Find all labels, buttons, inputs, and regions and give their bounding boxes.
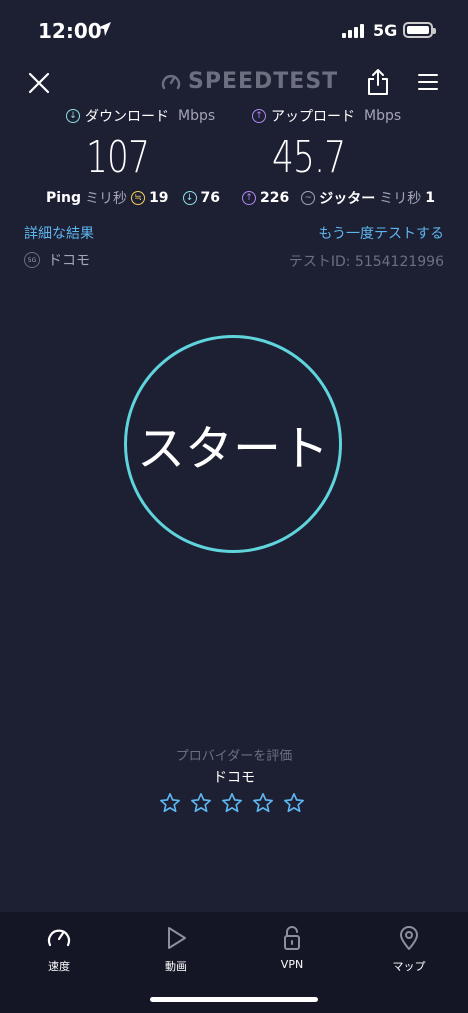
- tab-bar: 速度 動画 VPN マップ: [0, 912, 468, 1013]
- tab-speed[interactable]: 速度: [19, 924, 99, 974]
- 5g-badge-icon: 5G: [24, 252, 40, 268]
- idle-ping-icon: ≒: [131, 191, 146, 205]
- test-id: テストID: 5154121996: [288, 254, 444, 270]
- upload-value: 45.7: [272, 132, 346, 183]
- detailed-results-link[interactable]: 詳細な結果: [24, 223, 94, 243]
- tab-speed-label: 速度: [48, 960, 70, 973]
- speedtest-screen: 12:00 5G SPEEDTEST ↓ ダウンロード Mbps 107 ↑ ア…: [0, 0, 468, 1013]
- star-icon[interactable]: [283, 792, 305, 814]
- speedometer-icon: [47, 929, 71, 947]
- close-button[interactable]: [26, 70, 52, 96]
- ping-label: Ping: [46, 190, 82, 206]
- status-bar: 12:00 5G: [0, 0, 468, 60]
- tab-vpn[interactable]: VPN: [252, 924, 332, 971]
- star-icon[interactable]: [221, 792, 243, 814]
- tab-video[interactable]: 動画: [136, 924, 216, 974]
- upload-ping-icon: ↑: [242, 191, 257, 205]
- tab-map[interactable]: マップ: [369, 924, 449, 974]
- ping-idle-value: 19: [149, 190, 169, 206]
- ping-download-value: 76: [200, 190, 221, 206]
- download-value: 107: [86, 132, 150, 183]
- star-icon[interactable]: [190, 792, 212, 814]
- battery-icon: [403, 22, 436, 38]
- ping-upload-value: 226: [260, 190, 290, 206]
- jitter-value: 1: [425, 190, 436, 206]
- provider-row: 5G ドコモ: [24, 250, 90, 270]
- download-unit: Mbps: [178, 108, 216, 124]
- ping-row: Ping ミリ秒 ≒ 19 ↓ 76 ↑ 226 ~ ジッター ミリ秒 1: [46, 188, 435, 208]
- tab-map-label: マップ: [392, 960, 426, 973]
- network-type: 5G: [373, 21, 398, 40]
- speedtest-logo: SPEEDTEST: [160, 69, 338, 94]
- speedometer-logo-icon: [161, 74, 181, 89]
- upload-label-row: ↑ アップロード Mbps: [252, 106, 401, 126]
- jitter-unit: ミリ秒: [379, 191, 422, 207]
- upload-label: アップロード: [271, 109, 355, 125]
- play-icon: [168, 927, 186, 949]
- cellular-signal-icon: [342, 24, 364, 38]
- rate-provider-name: ドコモ: [213, 770, 255, 786]
- rate-provider-title: プロバイダーを評価: [175, 749, 293, 764]
- star-icon[interactable]: [252, 792, 274, 814]
- jitter-icon: ~: [301, 191, 316, 205]
- share-button[interactable]: [366, 68, 390, 96]
- star-icon[interactable]: [159, 792, 181, 814]
- download-arrow-icon: ↓: [66, 109, 80, 123]
- lock-icon: [284, 926, 300, 950]
- provider-name: ドコモ: [48, 253, 90, 269]
- status-time: 12:00: [38, 19, 102, 43]
- map-pin-icon: [400, 926, 418, 950]
- home-indicator[interactable]: [150, 997, 318, 1002]
- location-arrow-icon: [97, 22, 111, 36]
- start-button[interactable]: スタート: [124, 335, 342, 553]
- logo-text: SPEEDTEST: [188, 69, 339, 94]
- tab-video-label: 動画: [165, 960, 187, 973]
- download-ping-icon: ↓: [182, 191, 197, 205]
- download-label-row: ↓ ダウンロード Mbps: [66, 106, 215, 126]
- upload-unit: Mbps: [364, 108, 402, 124]
- upload-arrow-icon: ↑: [252, 109, 266, 123]
- jitter-label: ジッター: [319, 191, 376, 207]
- menu-button[interactable]: [418, 72, 438, 92]
- download-label: ダウンロード: [85, 109, 169, 125]
- ping-unit: ミリ秒: [85, 191, 128, 207]
- rating-stars: [159, 792, 305, 814]
- tab-vpn-label: VPN: [280, 958, 304, 971]
- start-label: スタート: [136, 421, 329, 477]
- retest-link[interactable]: もう一度テストする: [318, 223, 444, 243]
